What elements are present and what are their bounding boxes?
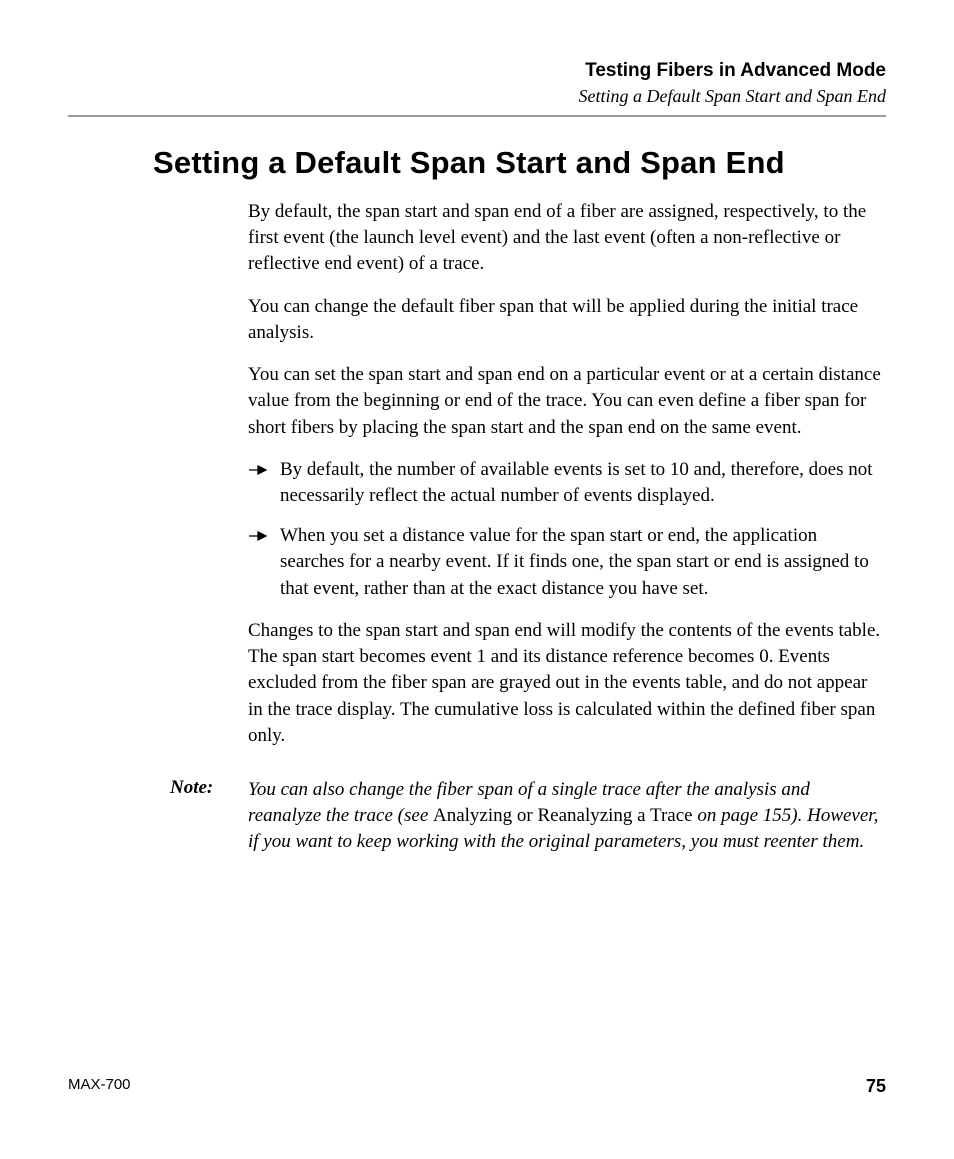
paragraph: You can set the span start and span end …: [248, 362, 886, 441]
page-footer: MAX-700 75: [68, 1076, 886, 1097]
paragraph: By default, the span start and span end …: [248, 199, 886, 278]
chapter-title: Testing Fibers in Advanced Mode: [68, 60, 886, 82]
note-label: Note:: [170, 777, 248, 799]
page-number: 75: [866, 1076, 886, 1097]
list-item: When you set a distance value for the sp…: [248, 523, 886, 602]
header-rule: [68, 115, 886, 117]
paragraph: You can change the default fiber span th…: [248, 294, 886, 346]
note-text: You can also change the fiber span of a …: [248, 777, 886, 856]
note-link: Analyzing or Reanalyzing a Trace: [433, 805, 693, 826]
arrow-icon: [248, 529, 270, 547]
page-title: Setting a Default Span Start and Span En…: [153, 145, 886, 181]
arrow-icon: [248, 463, 270, 481]
paragraph: Changes to the span start and span end w…: [248, 618, 886, 749]
page: Testing Fibers in Advanced Mode Setting …: [0, 0, 954, 1159]
bullet-list: By default, the number of available even…: [248, 457, 886, 602]
list-item-text: When you set a distance value for the sp…: [280, 523, 886, 602]
footer-product: MAX-700: [68, 1076, 131, 1097]
running-header: Testing Fibers in Advanced Mode Setting …: [68, 60, 886, 107]
list-item-text: By default, the number of available even…: [280, 457, 886, 509]
list-item: By default, the number of available even…: [248, 457, 886, 509]
section-subtitle: Setting a Default Span Start and Span En…: [68, 86, 886, 107]
body-content: By default, the span start and span end …: [248, 199, 886, 749]
note-block: Note: You can also change the fiber span…: [68, 777, 886, 856]
